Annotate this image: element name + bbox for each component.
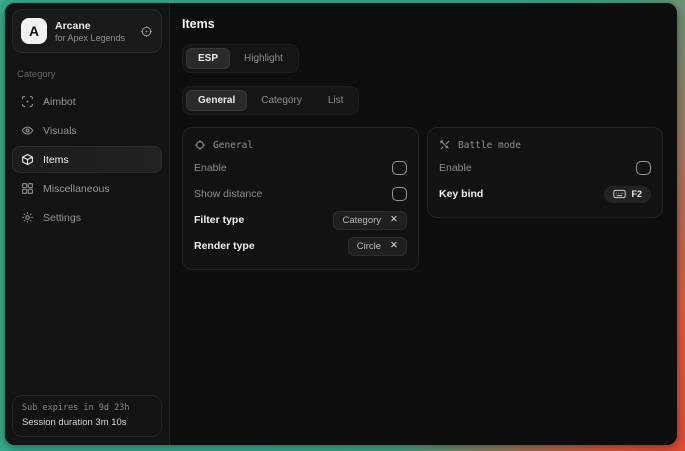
page-title: Items — [182, 17, 663, 31]
sidebar-item-label: Items — [43, 154, 69, 166]
panel-title: Battle mode — [458, 140, 521, 151]
panel-title: General — [213, 140, 253, 151]
enable-checkbox[interactable] — [392, 161, 407, 175]
show-distance-checkbox[interactable] — [392, 187, 407, 201]
general-panel: General Enable Show distance Filter type… — [182, 127, 419, 270]
clear-icon[interactable]: ✕ — [390, 241, 398, 251]
sidebar-nav: Aimbot Visuals Items — [12, 88, 162, 231]
tab-category[interactable]: Category — [249, 90, 314, 111]
setting-label: Key bind — [439, 188, 483, 200]
sidebar-item-label: Visuals — [43, 125, 77, 137]
sidebar-item-settings[interactable]: Settings — [12, 204, 162, 231]
setting-row-show-distance: Show distance — [194, 181, 407, 207]
category-label: Category — [17, 69, 157, 80]
setting-label: Enable — [194, 162, 227, 174]
sidebar-item-label: Miscellaneous — [43, 183, 110, 195]
battle-mode-panel-header: Battle mode — [439, 139, 651, 151]
setting-label: Filter type — [194, 214, 244, 226]
sidebar-item-label: Settings — [43, 212, 81, 224]
brand-text: Arcane for Apex Legends — [55, 20, 125, 43]
filter-type-select[interactable]: Category ✕ — [333, 211, 407, 230]
render-type-select[interactable]: Circle ✕ — [348, 237, 407, 256]
crosshair-icon[interactable] — [140, 25, 153, 38]
subscription-info-card: Sub expires in 9d 23h Session duration 3… — [12, 395, 162, 437]
tab-esp[interactable]: ESP — [186, 48, 230, 69]
brand-subtitle: for Apex Legends — [55, 33, 125, 43]
sidebar-item-visuals[interactable]: Visuals — [12, 117, 162, 144]
keybind-button[interactable]: F2 — [604, 186, 651, 203]
crosshair-icon — [194, 139, 206, 151]
setting-row-enable: Enable — [194, 155, 407, 181]
battle-enable-checkbox[interactable] — [636, 161, 651, 175]
keyboard-icon — [613, 189, 626, 199]
package-icon — [21, 153, 34, 166]
tab-list[interactable]: List — [316, 90, 356, 111]
sub-tab-group: General Category List — [182, 86, 359, 115]
eye-icon — [21, 124, 34, 137]
app-logo: A — [21, 18, 47, 44]
sidebar-item-miscellaneous[interactable]: Miscellaneous — [12, 175, 162, 202]
battle-mode-panel: Battle mode Enable Key bind — [427, 127, 663, 218]
select-value: Category — [342, 215, 381, 226]
sidebar: A Arcane for Apex Legends Category — [5, 3, 170, 445]
session-duration-text: Session duration 3m 10s — [22, 417, 152, 428]
mode-tab-group: ESP Highlight — [182, 44, 299, 73]
grid-icon — [21, 182, 34, 195]
main-content: Items ESP Highlight General Category Lis… — [170, 3, 677, 445]
crosshair-scan-icon — [21, 95, 34, 108]
brand-card: A Arcane for Apex Legends — [12, 9, 162, 53]
setting-row-key-bind: Key bind F2 — [439, 181, 651, 207]
sidebar-item-aimbot[interactable]: Aimbot — [12, 88, 162, 115]
setting-row-render-type: Render type Circle ✕ — [194, 233, 407, 259]
general-panel-header: General — [194, 139, 407, 151]
tab-general[interactable]: General — [186, 90, 247, 111]
app-window: A Arcane for Apex Legends Category — [5, 3, 677, 445]
setting-label: Render type — [194, 240, 255, 252]
gear-icon — [21, 211, 34, 224]
select-value: Circle — [357, 241, 381, 252]
clear-icon[interactable]: ✕ — [390, 215, 398, 225]
tab-highlight[interactable]: Highlight — [232, 48, 295, 69]
setting-label: Show distance — [194, 188, 262, 200]
sidebar-item-label: Aimbot — [43, 96, 76, 108]
setting-row-enable: Enable — [439, 155, 651, 181]
swords-icon — [439, 139, 451, 151]
sidebar-item-items[interactable]: Items — [12, 146, 162, 173]
panels-row: General Enable Show distance Filter type… — [182, 127, 663, 270]
setting-row-filter-type: Filter type Category ✕ — [194, 207, 407, 233]
keybind-value: F2 — [631, 189, 642, 199]
sub-expires-text: Sub expires in 9d 23h — [22, 403, 152, 413]
setting-label: Enable — [439, 162, 472, 174]
brand-name: Arcane — [55, 20, 125, 32]
